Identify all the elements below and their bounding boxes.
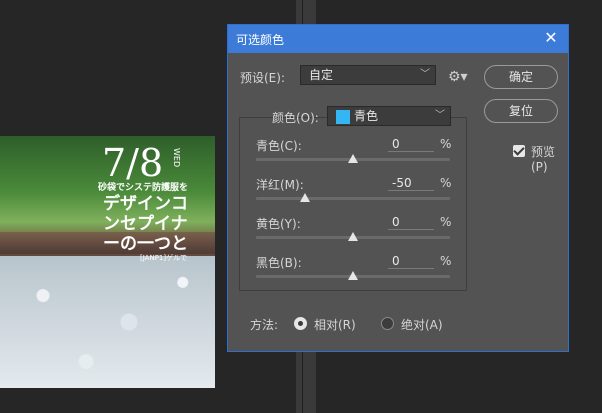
dialog-titlebar[interactable]: 可选颜色 ✕ bbox=[228, 25, 568, 53]
relative-label: 相对(R) bbox=[314, 318, 356, 332]
absolute-radio[interactable] bbox=[381, 317, 394, 330]
ok-button[interactable]: 确定 bbox=[484, 65, 558, 89]
magenta-input[interactable]: -50 bbox=[388, 175, 434, 191]
cyan-input[interactable]: 0 bbox=[388, 136, 434, 152]
relative-radio[interactable] bbox=[294, 317, 307, 330]
yellow-unit: % bbox=[440, 215, 452, 229]
document-canvas: 7/8 WED 砂袋でシステ防護服を デザインコ ンセプイナ ーの一つと [JA… bbox=[0, 136, 215, 388]
preview-label: 预览(P) bbox=[531, 145, 556, 174]
yellow-input[interactable]: 0 bbox=[388, 214, 434, 230]
poster-stones bbox=[0, 256, 215, 388]
poster-weekday: WED bbox=[172, 148, 181, 168]
cyan-label: 青色(C): bbox=[256, 139, 302, 153]
magenta-slider-thumb[interactable] bbox=[299, 193, 310, 202]
preset-value: 自定 bbox=[309, 68, 334, 82]
yellow-slider-thumb[interactable] bbox=[348, 232, 358, 241]
magenta-slider-track[interactable] bbox=[256, 197, 450, 200]
preset-select[interactable]: 自定 ﹀ bbox=[300, 65, 436, 85]
close-icon[interactable]: ✕ bbox=[542, 28, 560, 47]
yellow-label: 黄色(Y): bbox=[256, 217, 301, 231]
magenta-unit: % bbox=[440, 176, 452, 190]
cyan-slider-thumb[interactable] bbox=[348, 154, 358, 163]
poster-title-line: デザインコ bbox=[103, 194, 188, 214]
chevron-down-icon: ﹀ bbox=[435, 110, 445, 121]
black-slider-thumb[interactable] bbox=[348, 271, 358, 280]
colors-select[interactable]: 青色 ﹀ bbox=[327, 106, 451, 126]
poster-title-line: ーの一つと bbox=[103, 234, 188, 254]
colors-label: 颜色(O): bbox=[272, 111, 319, 125]
reset-button[interactable]: 复位 bbox=[484, 99, 558, 123]
black-label: 黑色(B): bbox=[256, 256, 302, 270]
black-input[interactable]: 0 bbox=[388, 253, 434, 269]
color-swatch bbox=[336, 109, 350, 124]
poster-date: 7/8 bbox=[102, 141, 164, 185]
poster-title: デザインコ ンセプイナ ーの一つと bbox=[103, 194, 213, 254]
selective-color-dialog: 可选颜色 ✕ 预设(E): 自定 ﹀ ⚙▾ 确定 复位 预览(P) 颜色(O):… bbox=[227, 24, 569, 352]
method-label: 方法: bbox=[250, 318, 279, 332]
colors-value: 青色 bbox=[354, 109, 379, 123]
preview-checkbox[interactable] bbox=[513, 145, 525, 157]
preset-label: 预设(E): bbox=[240, 71, 285, 85]
magenta-label: 洋红(M): bbox=[256, 178, 304, 192]
cyan-unit: % bbox=[440, 137, 452, 151]
black-unit: % bbox=[440, 254, 452, 268]
absolute-label: 绝对(A) bbox=[401, 318, 443, 332]
gear-icon[interactable]: ⚙▾ bbox=[448, 69, 468, 85]
dialog-title: 可选颜色 bbox=[236, 33, 285, 47]
poster-small-text: [JANP1]ゲルで bbox=[140, 254, 188, 262]
chevron-down-icon: ﹀ bbox=[420, 69, 430, 80]
poster-title-line: ンセプイナ bbox=[103, 214, 188, 234]
poster-subtitle: 砂袋でシステ防護服を bbox=[98, 183, 189, 193]
